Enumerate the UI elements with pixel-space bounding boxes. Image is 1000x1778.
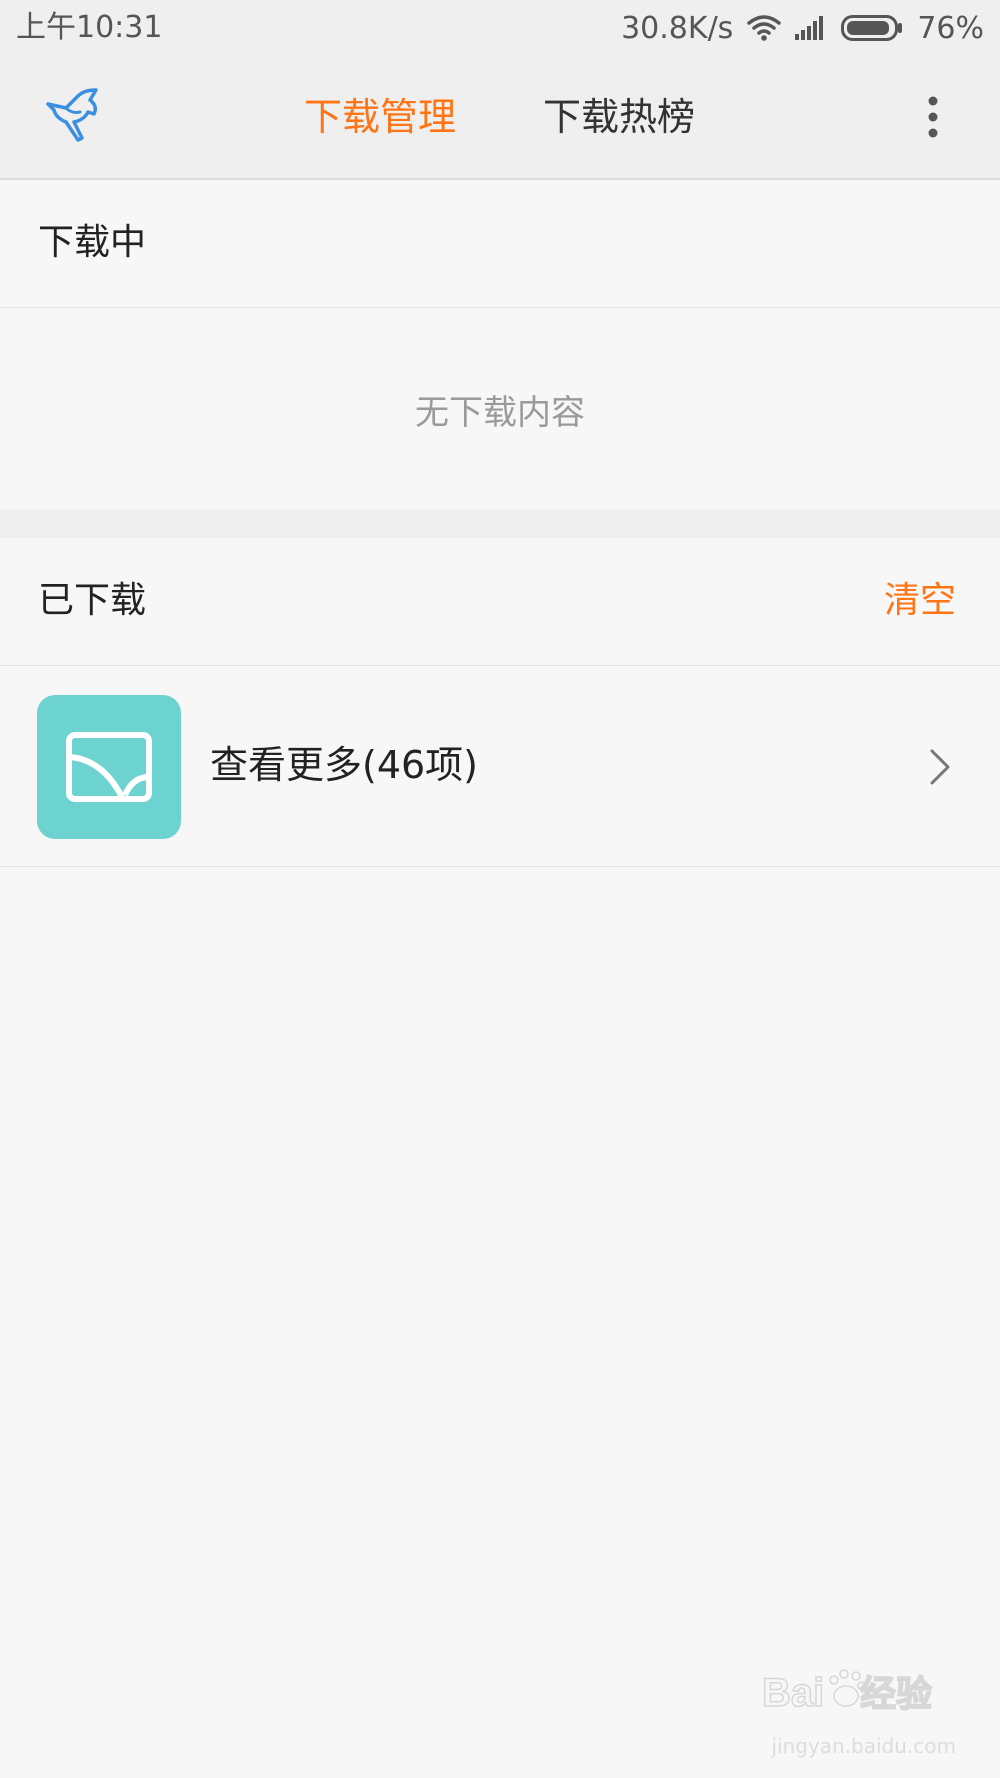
- svg-text:经验: 经验: [860, 1673, 932, 1714]
- app-header: 下载管理 下载热榜: [0, 56, 1000, 180]
- downloading-section-header: 下载中: [0, 180, 1000, 308]
- section-divider: [0, 509, 1000, 538]
- more-vertical-icon[interactable]: [918, 94, 948, 140]
- status-indicators: 30.8K/s 76%: [621, 10, 984, 46]
- watermark-url: jingyan.baidu.com: [771, 1734, 956, 1758]
- svg-text:Bai: Bai: [762, 1671, 824, 1715]
- status-time: 上午10:31: [16, 10, 163, 45]
- downloaded-title: 已下载: [38, 580, 147, 621]
- wifi-icon: [747, 14, 782, 42]
- battery-percent: 76%: [917, 10, 984, 46]
- view-more-label: 查看更多(46项): [210, 743, 479, 787]
- tab-download-manager[interactable]: 下载管理: [304, 94, 456, 140]
- bird-logo-icon[interactable]: [44, 88, 104, 144]
- image-gallery-icon: [37, 695, 181, 839]
- signal-icon: [795, 16, 827, 40]
- downloading-empty-state: 无下载内容: [0, 309, 1000, 509]
- status-bar: 上午10:31 30.8K/s 76%: [0, 0, 1000, 56]
- chevron-right-icon: [928, 747, 952, 787]
- view-more-item[interactable]: 查看更多(46项): [0, 667, 1000, 867]
- battery-icon: [841, 15, 903, 41]
- net-speed: 30.8K/s: [621, 10, 734, 46]
- tab-download-ranking[interactable]: 下载热榜: [543, 94, 695, 140]
- download-manager-page: 上午10:31 30.8K/s 76% 下载管理 下载热榜 下载中 无下载内容 …: [0, 0, 1000, 1778]
- downloaded-section-header: 已下载 清空: [0, 538, 1000, 666]
- clear-button[interactable]: 清空: [884, 578, 956, 624]
- baidu-watermark: Bai 经验 jingyan.baidu.com: [756, 1658, 956, 1758]
- downloading-title: 下载中: [38, 222, 147, 263]
- empty-text: 无下载内容: [415, 393, 585, 433]
